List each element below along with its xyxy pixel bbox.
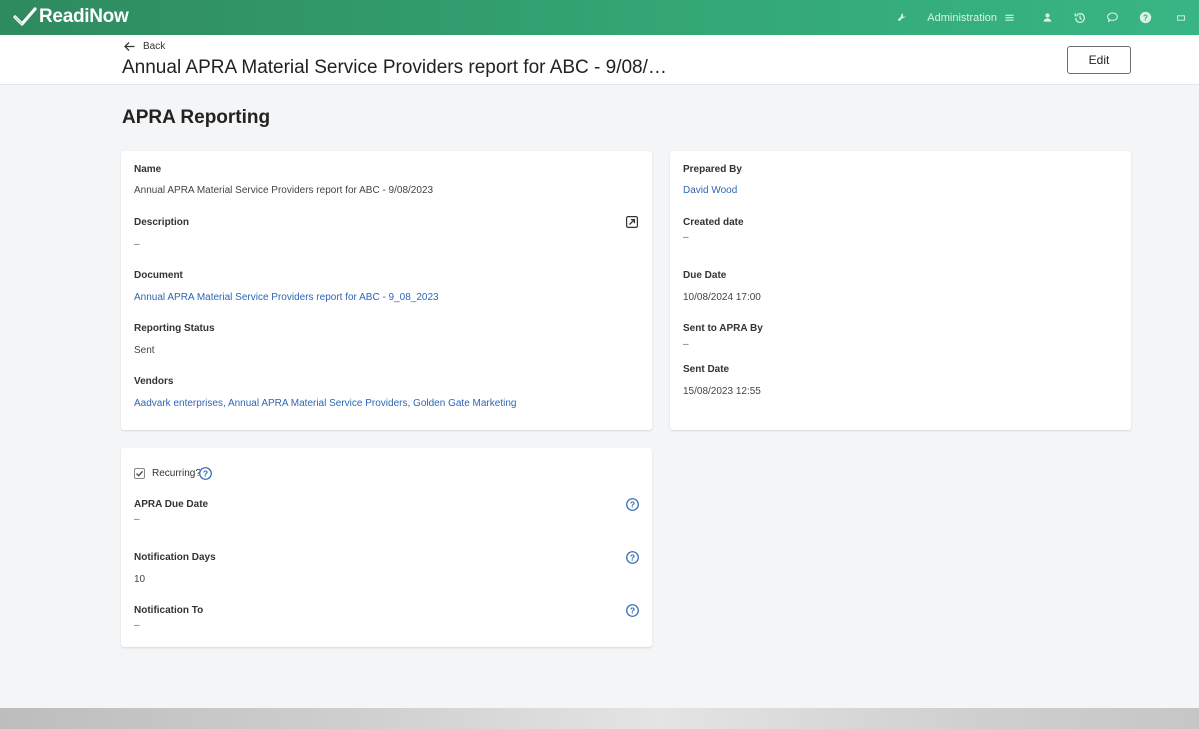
- recurring-label: Recurring?: [152, 468, 201, 479]
- history-icon[interactable]: [1072, 10, 1088, 26]
- description-label: Description: [134, 217, 190, 228]
- bottom-bar: [0, 708, 1199, 729]
- question-circle-icon[interactable]: ?: [626, 498, 639, 511]
- apra-due-date-value: –: [134, 514, 140, 525]
- administration-link[interactable]: Administration: [927, 12, 997, 24]
- check-logo-icon: [13, 7, 37, 26]
- sent-by-label: Sent to APRA By: [683, 323, 763, 334]
- details-card: Name Annual APRA Material Service Provid…: [121, 151, 652, 430]
- top-nav: Administration ?: [893, 0, 1199, 35]
- expand-icon[interactable]: [626, 216, 638, 228]
- svg-text:?: ?: [1143, 13, 1148, 22]
- page-header: Back Annual APRA Material Service Provid…: [0, 35, 1199, 85]
- svg-text:?: ?: [203, 469, 208, 479]
- apra-due-date-label: APRA Due Date: [134, 499, 209, 510]
- check-icon: [136, 470, 144, 477]
- due-date-value: 10/08/2024 17:00: [683, 292, 761, 303]
- sent-by-value: –: [683, 339, 689, 350]
- app-logo[interactable]: ReadiNow: [12, 6, 129, 28]
- sent-date-value: 15/08/2023 12:55: [683, 386, 761, 397]
- hamburger-icon[interactable]: [1001, 10, 1017, 26]
- svg-text:?: ?: [630, 553, 635, 563]
- wrench-icon[interactable]: [893, 10, 909, 26]
- prepared-by-label: Prepared By: [683, 164, 742, 175]
- question-circle-icon[interactable]: ?: [626, 551, 639, 564]
- reporting-status-label: Reporting Status: [134, 323, 215, 334]
- vendors-list: Aadvark enterprises, Annual APRA Materia…: [134, 398, 517, 409]
- question-circle-icon[interactable]: ?: [199, 467, 212, 480]
- document-label: Document: [134, 270, 183, 281]
- notification-days-label: Notification Days: [134, 552, 216, 563]
- recurring-card: Recurring? ? APRA Due Date ? – Notificat…: [121, 448, 652, 647]
- notification-days-value: 10: [134, 574, 146, 585]
- description-value: –: [134, 239, 140, 250]
- name-value: Annual APRA Material Service Providers r…: [134, 185, 434, 196]
- question-circle-icon[interactable]: ?: [626, 604, 639, 617]
- reporting-status-value: Sent: [134, 345, 155, 356]
- recurring-checkbox[interactable]: [134, 468, 145, 479]
- top-bar: ReadiNow Administration ?: [0, 0, 1199, 35]
- vendor-link[interactable]: Aadvark enterprises: [134, 398, 223, 409]
- svg-text:?: ?: [630, 500, 635, 510]
- metadata-card: Prepared By David Wood Created date – Du…: [670, 151, 1131, 430]
- notification-to-value: –: [134, 620, 140, 631]
- user-icon[interactable]: [1039, 10, 1055, 26]
- name-label: Name: [134, 164, 162, 175]
- arrow-left-icon: [124, 42, 135, 51]
- back-button[interactable]: Back: [123, 40, 165, 53]
- section-title: APRA Reporting: [122, 107, 271, 128]
- svg-text:?: ?: [630, 606, 635, 616]
- vendor-link[interactable]: Annual APRA Material Service Providers: [228, 398, 408, 409]
- created-date-value: –: [683, 232, 689, 243]
- prepared-by-link[interactable]: David Wood: [683, 185, 737, 196]
- vendors-label: Vendors: [134, 376, 174, 387]
- window-icon[interactable]: [1173, 10, 1189, 26]
- due-date-label: Due Date: [683, 270, 727, 281]
- app-name: ReadiNow: [39, 6, 129, 27]
- sent-date-label: Sent Date: [683, 364, 730, 375]
- page-title: Annual APRA Material Service Providers r…: [122, 57, 667, 78]
- created-date-label: Created date: [683, 217, 744, 228]
- help-icon[interactable]: ?: [1137, 10, 1153, 26]
- chat-icon[interactable]: [1104, 10, 1120, 26]
- document-link[interactable]: Annual APRA Material Service Providers r…: [134, 292, 439, 303]
- vendor-link[interactable]: Golden Gate Marketing: [413, 398, 516, 409]
- notification-to-label: Notification To: [134, 605, 204, 616]
- edit-button[interactable]: Edit: [1067, 46, 1131, 74]
- back-label: Back: [143, 41, 166, 52]
